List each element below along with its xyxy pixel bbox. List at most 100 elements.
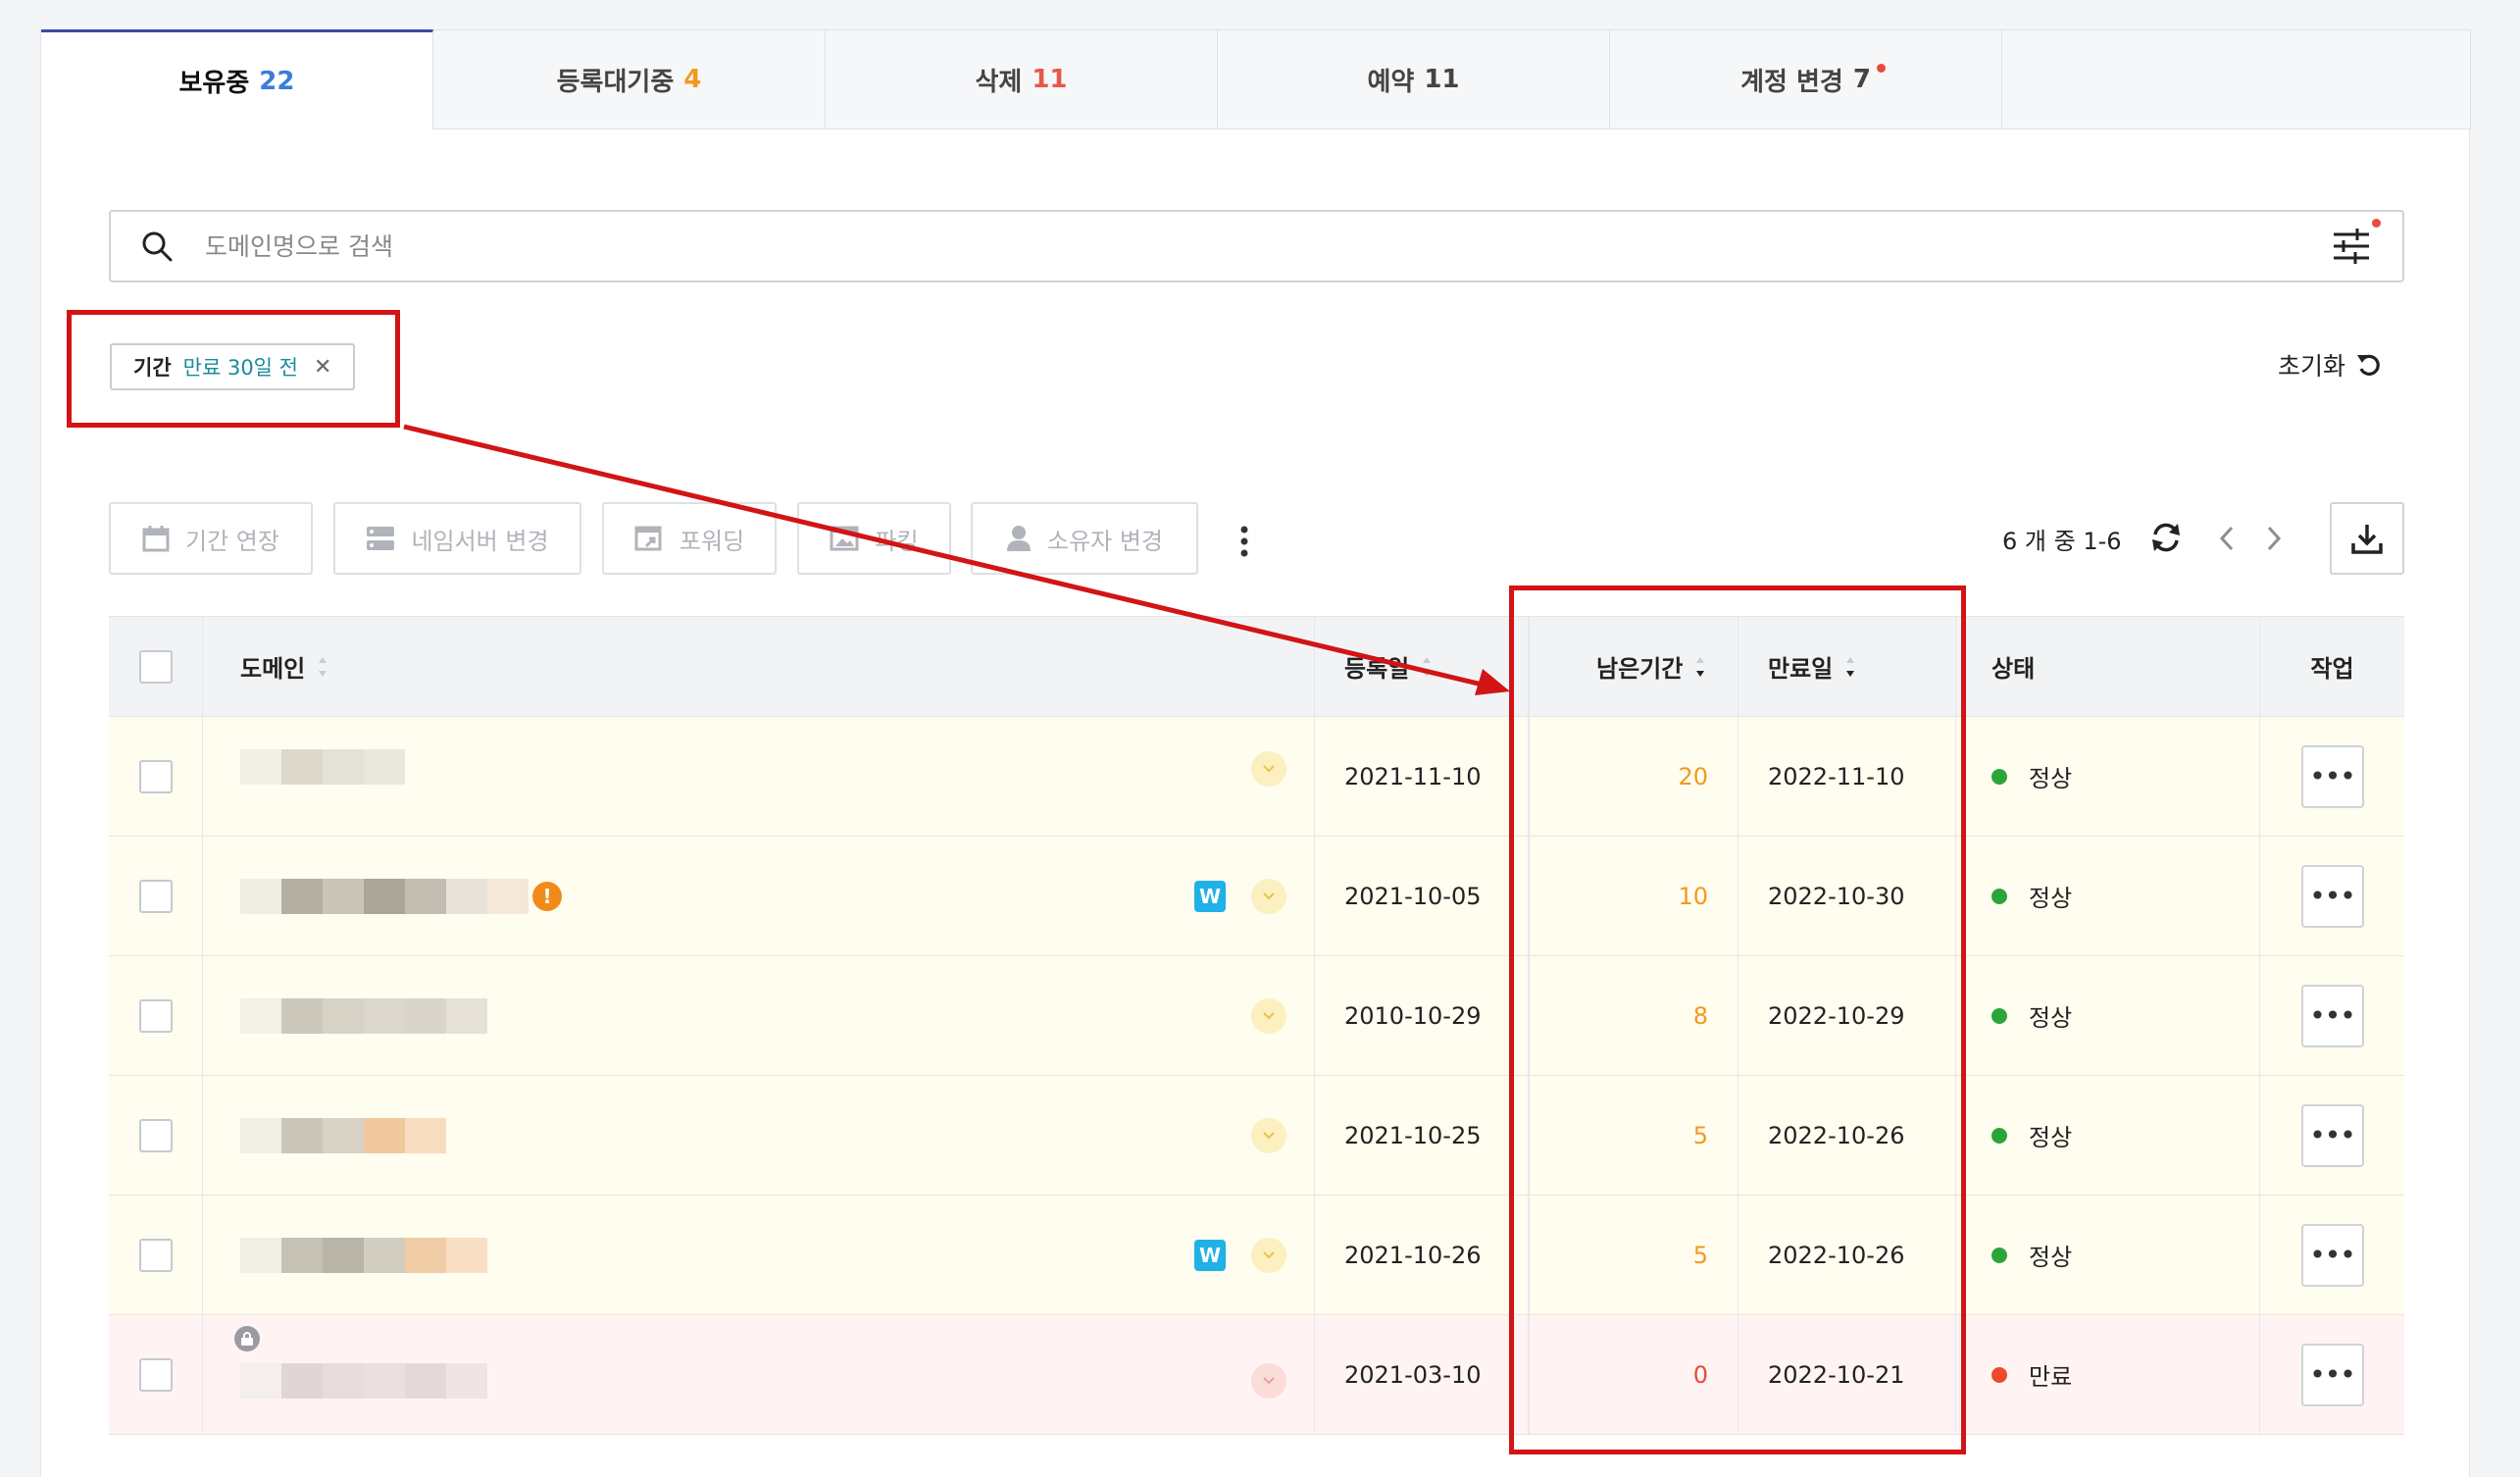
header-domain[interactable]: 도메인 <box>203 617 1315 716</box>
tab-owned[interactable]: 보유중 22 <box>41 29 433 129</box>
search-bar <box>109 210 2404 282</box>
domain-tabs: 보유중 22 등록대기중 4 삭제 11 예약 11 계정 변경 7 <box>41 29 2471 129</box>
redacted-domain <box>240 1362 487 1399</box>
status-cell: 정상 <box>1956 1196 2260 1314</box>
filter-chip[interactable]: 기간 만료 30일 전 ✕ <box>110 343 356 390</box>
alert-icon: ! <box>532 881 562 911</box>
domain-cell[interactable] <box>203 1076 1315 1195</box>
header-label: 남은기간 <box>1596 655 1684 683</box>
tab-count: 4 <box>683 65 702 94</box>
chevron-right-icon[interactable] <box>2263 522 2285 555</box>
chevron-down-icon[interactable] <box>1251 997 1286 1034</box>
table-row[interactable]: ! W 2021-10-05 10 2022-10-30 정상 ••• <box>109 837 2404 956</box>
filter-toggle-button[interactable] <box>2330 219 2381 268</box>
row-checkbox[interactable] <box>138 998 173 1033</box>
row-action-button[interactable]: ••• <box>2300 1343 2364 1406</box>
select-all-checkbox[interactable] <box>138 649 173 684</box>
nameserver-change-button[interactable]: 네임서버 변경 <box>333 502 581 575</box>
domain-cell[interactable] <box>203 717 1315 836</box>
search-input[interactable] <box>205 231 2330 261</box>
download-button[interactable] <box>2330 502 2404 575</box>
chevron-down-icon[interactable] <box>1251 1237 1286 1273</box>
chevron-down-icon[interactable] <box>1251 750 1286 787</box>
row-checkbox[interactable] <box>138 759 173 793</box>
refresh-icon[interactable] <box>2149 520 2183 555</box>
row-select-cell <box>109 717 203 836</box>
tab-reserved[interactable]: 예약 11 <box>1218 29 1610 129</box>
reset-icon <box>2357 354 2380 376</box>
chevron-down-icon[interactable] <box>1251 878 1286 914</box>
expires-cell: 2022-11-10 <box>1739 717 1956 836</box>
domain-cell[interactable]: ! W <box>203 837 1315 955</box>
owner-change-button[interactable]: 소유자 변경 <box>971 502 1198 575</box>
row-action-button[interactable]: ••• <box>2300 744 2364 808</box>
server-icon <box>367 527 395 550</box>
status-cell: 만료 <box>1956 1315 2260 1434</box>
wordpress-badge: W <box>1194 880 1226 912</box>
row-action-button[interactable]: ••• <box>2300 864 2364 928</box>
reset-button[interactable]: 초기화 <box>2278 347 2383 382</box>
row-select-cell <box>109 837 203 955</box>
tab-count: 11 <box>1032 65 1068 94</box>
forwarding-button[interactable]: 포워딩 <box>602 502 777 575</box>
parking-button[interactable]: 파킹 <box>797 502 951 575</box>
remaining-cell: 8 <box>1529 956 1739 1075</box>
tab-label: 예약 <box>1367 67 1415 97</box>
status-dot <box>1991 1127 2007 1144</box>
status-badge: 정상 <box>2029 765 2073 792</box>
more-options-icon[interactable] <box>1238 525 1250 558</box>
registered-cell: 2021-11-10 <box>1315 717 1529 836</box>
status-dot <box>1991 768 2007 785</box>
sort-icon <box>319 656 328 677</box>
header-label: 만료일 <box>1768 655 1834 683</box>
row-action-button[interactable]: ••• <box>2300 1223 2364 1287</box>
registered-cell: 2010-10-29 <box>1315 956 1529 1075</box>
lock-icon <box>234 1325 260 1351</box>
wordpress-badge: W <box>1194 1239 1226 1271</box>
registered-cell: 2021-03-10 <box>1315 1315 1529 1434</box>
row-checkbox[interactable] <box>138 1118 173 1152</box>
tab-deleted[interactable]: 삭제 11 <box>826 29 1218 129</box>
table-row[interactable]: 2021-03-10 0 2022-10-21 만료 ••• <box>109 1315 2404 1435</box>
header-registered[interactable]: 등록일 <box>1315 617 1529 716</box>
status-cell: 정상 <box>1956 717 2260 836</box>
registered-cell: 2021-10-25 <box>1315 1076 1529 1195</box>
chevron-down-icon[interactable] <box>1251 1117 1286 1153</box>
domain-cell[interactable]: W <box>203 1196 1315 1314</box>
remaining-value: 0 <box>1692 1360 1708 1389</box>
row-action-button[interactable]: ••• <box>2300 1103 2364 1167</box>
table-row[interactable]: 2010-10-29 8 2022-10-29 정상 ••• <box>109 956 2404 1076</box>
chevron-down-icon[interactable] <box>1251 1362 1286 1399</box>
domain-cell[interactable] <box>203 1315 1315 1434</box>
action-cell: ••• <box>2260 1076 2404 1195</box>
sort-icon <box>1423 656 1432 677</box>
row-checkbox[interactable] <box>138 1238 173 1272</box>
domain-cell[interactable] <box>203 956 1315 1075</box>
tab-account-change[interactable]: 계정 변경 7 <box>1610 29 2002 129</box>
extend-period-button[interactable]: 기간 연장 <box>109 502 313 575</box>
table-row[interactable]: 2021-10-25 5 2022-10-26 정상 ••• <box>109 1076 2404 1196</box>
tab-label: 계정 변경 <box>1740 67 1843 97</box>
status-badge: 정상 <box>2029 885 2073 912</box>
row-checkbox[interactable] <box>138 879 173 913</box>
redacted-domain <box>240 748 405 785</box>
extend-label: 기간 연장 <box>185 527 279 555</box>
filter-chip-key: 기간 <box>133 356 172 380</box>
table-row[interactable]: W 2021-10-26 5 2022-10-26 정상 ••• <box>109 1196 2404 1315</box>
user-icon <box>1006 526 1031 551</box>
table-row[interactable]: 2021-11-10 20 2022-11-10 정상 ••• <box>109 717 2404 837</box>
domain-wrap: ! W <box>240 878 1314 914</box>
header-label: 도메인 <box>240 655 306 683</box>
chevron-left-icon[interactable] <box>2216 522 2238 555</box>
row-checkbox[interactable] <box>138 1357 173 1392</box>
remaining-value: 10 <box>1678 882 1708 910</box>
row-action-button[interactable]: ••• <box>2300 984 2364 1047</box>
expires-cell: 2022-10-29 <box>1739 956 1956 1075</box>
tab-label: 삭제 <box>975 67 1023 97</box>
close-icon[interactable]: ✕ <box>314 355 331 380</box>
header-remaining[interactable]: 남은기간 <box>1529 617 1739 716</box>
sort-desc-icon <box>1696 656 1705 677</box>
action-cell: ••• <box>2260 837 2404 955</box>
tab-pending[interactable]: 등록대기중 4 <box>433 29 826 129</box>
header-expires[interactable]: 만료일 <box>1739 617 1956 716</box>
